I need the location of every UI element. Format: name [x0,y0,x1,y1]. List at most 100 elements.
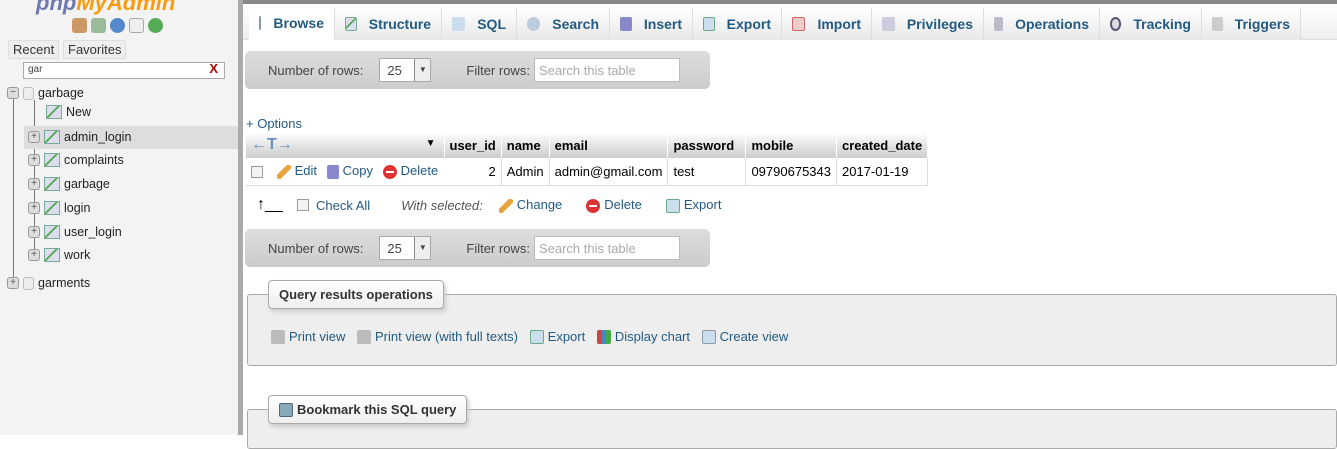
column-resize-header[interactable]: ←T→ ▼ [246,132,445,158]
create-view-link[interactable]: Create view [701,329,788,344]
structure-icon [345,17,357,31]
tab-import[interactable]: Import [782,8,872,40]
table-work[interactable]: work [64,248,90,262]
tab-browse[interactable]: Browse [249,8,335,40]
table-garbage[interactable]: garbage [64,177,110,191]
column-header[interactable]: mobile [745,132,837,158]
rows-select[interactable]: 25 ▼ [379,236,432,260]
table-icon [44,153,60,167]
table-admin_login[interactable]: admin_login [64,130,131,144]
print-icon [356,329,371,344]
export-link[interactable]: Export [529,329,585,344]
options-link[interactable]: + Options [246,116,302,131]
column-header[interactable]: password [667,132,747,158]
expand-icon[interactable]: + [28,154,40,166]
docs-icon[interactable] [129,18,144,33]
tab-label: Browse [273,15,324,31]
column-header[interactable]: user_id [444,132,502,158]
display-chart-link[interactable]: Display chart [596,329,690,344]
expand-icon[interactable]: + [28,202,40,214]
delete-label: Delete [400,163,439,179]
bulk-actions: ↑__ Check All With selected: Change Dele… [257,196,721,214]
tab-tracking[interactable]: Tracking [1100,8,1202,40]
tab-label: SQL [477,16,506,32]
table-login[interactable]: login [64,201,90,215]
db-garments[interactable]: garments [38,276,90,290]
export-icon [703,17,715,31]
clear-filter-icon[interactable]: X [209,61,218,76]
tab-structure[interactable]: Structure [335,8,442,40]
change-button[interactable]: Change [498,197,562,213]
filter-label: Filter rows: [466,240,530,256]
print-view-full-link[interactable]: Print view (with full texts) [356,329,518,344]
reload-icon[interactable] [148,18,163,33]
chart-icon [596,329,611,344]
filter-databases-input[interactable]: gar X [23,61,225,79]
expand-icon[interactable]: + [28,226,40,238]
favorites-button[interactable]: Favorites [63,40,127,59]
home-icon[interactable] [72,18,87,33]
panel-splitter[interactable] [238,0,243,435]
copy-link[interactable]: Copy [326,163,373,180]
tab-insert[interactable]: Insert [610,8,693,40]
table-complaints[interactable]: complaints [64,153,124,167]
expand-icon[interactable]: + [28,131,40,143]
tab-search[interactable]: Search [517,8,610,40]
delete-selected-button[interactable]: Delete [586,197,642,213]
check-all-label[interactable]: Check All [316,198,370,213]
delete-link[interactable]: Delete [382,163,439,180]
export-icon [665,198,680,213]
edit-link[interactable]: Edit [276,163,318,180]
pencil-icon [276,165,291,180]
recent-button[interactable]: Recent [8,40,60,59]
chevron-down-icon[interactable]: ▼ [426,138,436,149]
cell-mobile[interactable]: 09790675343 [745,158,837,186]
collapse-icon[interactable]: − [7,87,19,99]
copy-icon [326,165,339,180]
column-header[interactable]: created_date [836,132,929,158]
check-all-checkbox[interactable] [297,199,309,211]
help-icon[interactable] [110,18,125,33]
tab-label: Operations [1015,16,1089,32]
tab-privileges[interactable]: Privileges [872,8,984,40]
tab-label: Tracking [1133,16,1191,32]
expand-icon[interactable]: + [7,277,19,289]
logout-icon[interactable] [91,18,106,33]
column-header[interactable]: name [501,132,550,158]
bookmark-title[interactable]: Bookmark this SQL query [268,395,468,424]
export-selected-button[interactable]: Export [665,197,721,213]
table-icon [44,225,60,239]
tab-label: Structure [368,16,431,32]
cell-email[interactable]: admin@gmail.com [549,158,669,186]
cell-name[interactable]: Admin [501,158,550,186]
table-user_login[interactable]: user_login [64,225,122,239]
tab-label: Triggers [1234,16,1290,32]
rows-select[interactable]: 25 ▼ [379,58,432,82]
insert-icon [620,17,632,31]
expand-icon[interactable]: + [28,249,40,261]
new-table-link[interactable]: New [66,105,91,119]
db-garbage[interactable]: garbage [38,86,84,100]
sql-icon [452,17,466,31]
tab-sql[interactable]: SQL [442,8,517,40]
tab-export[interactable]: Export [693,8,782,40]
rows-value: 25 [387,62,402,78]
edit-label: Edit [294,163,318,179]
tab-triggers[interactable]: Triggers [1202,8,1301,40]
delete-label: Delete [604,197,642,213]
phpmyadmin-logo[interactable]: phpMyAdmin [36,0,175,16]
cell-user_id[interactable]: 2 [444,158,502,186]
column-header[interactable]: email [549,132,669,158]
cell-password[interactable]: test [667,158,747,186]
print-view-link[interactable]: Print view [271,329,345,344]
import-icon [792,17,806,31]
filter-rows-input[interactable]: Search this table [533,58,680,82]
row-checkbox[interactable] [251,166,263,179]
logo-myadmin: MyAdmin [76,0,176,15]
tab-operations[interactable]: Operations [984,8,1100,40]
tab-label: Import [817,16,861,32]
cell-created_date[interactable]: 2017-01-19 [836,158,929,186]
search-icon [527,17,541,31]
expand-icon[interactable]: + [28,178,40,190]
filter-rows-input[interactable]: Search this table [533,236,680,260]
